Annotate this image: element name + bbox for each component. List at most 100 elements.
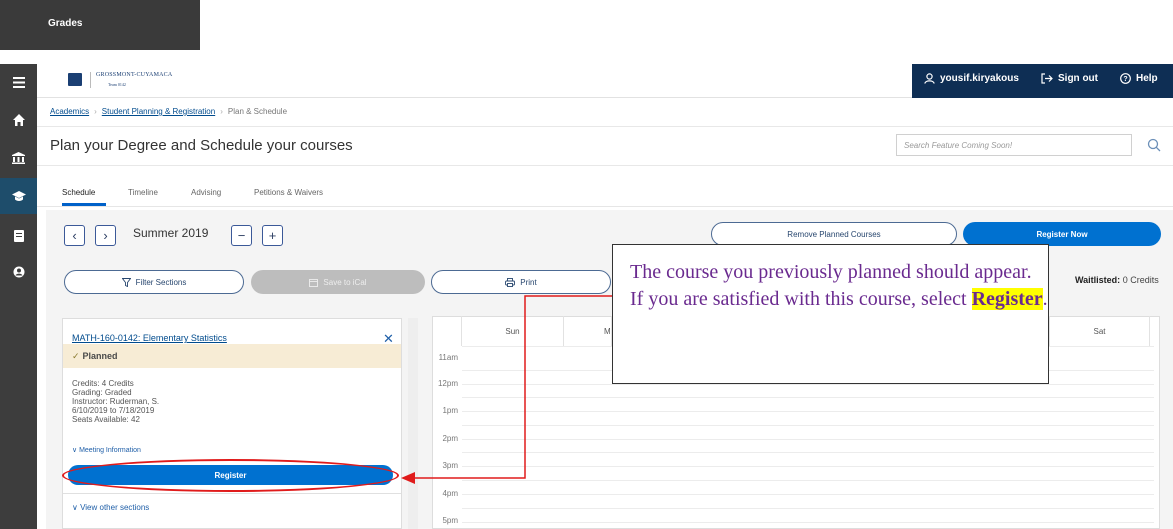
college-logo-subtext: Team 0142 [108, 82, 126, 87]
calendar-hour-line [462, 425, 1154, 426]
save-to-ical-button[interactable]: Save to iCal [251, 270, 425, 294]
user-outline-icon [924, 73, 935, 84]
calendar-icon [309, 278, 319, 287]
user-icon[interactable] [0, 254, 37, 290]
calendar-hour-line [462, 439, 1154, 440]
time-label: 2pm [442, 434, 458, 443]
calendar-corner [433, 316, 462, 346]
graduation-cap-icon[interactable] [0, 178, 37, 214]
previous-term-button[interactable]: ‹ [64, 225, 85, 246]
tab-timeline[interactable]: Timeline [128, 188, 158, 197]
grades-tab-label: Grades [48, 18, 83, 29]
home-icon[interactable] [0, 102, 37, 138]
time-label: 5pm [442, 516, 458, 525]
course-list-scrollbar[interactable] [408, 318, 418, 529]
calendar-hour-line [462, 466, 1154, 467]
waitlisted-credits: Waitlisted: 0 Credits [1075, 275, 1159, 285]
logo-divider [90, 72, 91, 88]
waitlisted-label: Waitlisted: [1075, 275, 1121, 285]
calendar-hour-line [462, 384, 1154, 385]
breadcrumb: Academics › Student Planning & Registratio… [50, 107, 287, 116]
filter-sections-button[interactable]: Filter Sections [64, 270, 244, 294]
view-other-sections-label: View other sections [80, 503, 150, 512]
filter-sections-label: Filter Sections [135, 277, 187, 287]
plus-icon: + [268, 228, 277, 243]
print-button[interactable]: Print [431, 270, 611, 294]
minus-icon: − [237, 228, 246, 243]
remove-term-button[interactable]: − [231, 225, 252, 246]
breadcrumb-student-planning[interactable]: Student Planning & Registration [102, 107, 215, 116]
institution-icon[interactable] [0, 140, 37, 176]
printer-icon [505, 277, 516, 287]
register-highlight-ellipse [62, 459, 399, 492]
planned-status: ✓ Planned [72, 351, 118, 362]
meeting-information-toggle[interactable]: ∨ Meeting Information [72, 446, 141, 454]
breadcrumb-separator: › [220, 107, 223, 116]
register-now-label: Register Now [1036, 229, 1088, 239]
time-label: 11am [438, 353, 458, 362]
register-now-button[interactable]: Register Now [963, 222, 1161, 246]
menu-icon[interactable] [0, 64, 37, 100]
add-term-button[interactable]: + [262, 225, 283, 246]
next-term-button[interactable]: › [95, 225, 116, 246]
waitlisted-value: 0 Credits [1122, 275, 1159, 285]
document-icon[interactable] [0, 218, 37, 254]
chevron-left-icon: ‹ [72, 228, 77, 243]
grades-tab[interactable]: Grades [0, 0, 200, 50]
course-credits: Credits: 4 Credits [72, 379, 134, 388]
calendar-hour-line [462, 452, 1154, 453]
help-icon: ? [1120, 73, 1131, 84]
meeting-information-label: Meeting Information [79, 447, 141, 454]
time-label: 4pm [442, 489, 458, 498]
chevron-down-icon: ∨ [72, 503, 81, 512]
tab-advising[interactable]: Advising [191, 188, 221, 197]
view-other-sections-toggle[interactable]: ∨ View other sections [72, 503, 149, 512]
time-label: 12pm [437, 379, 458, 388]
time-label: 3pm [442, 461, 458, 470]
tab-schedule[interactable]: Schedule [62, 188, 95, 197]
user-menu[interactable]: yousif.kiryakous [924, 73, 1019, 84]
calendar-hour-line [462, 411, 1154, 412]
left-rail [0, 64, 37, 529]
course-title-link[interactable]: MATH-160-0142: Elementary Statistics [72, 333, 227, 343]
callout-highlight: Register [971, 288, 1043, 310]
term-label: Summer 2019 [133, 226, 209, 240]
course-grading: Grading: Graded [72, 388, 132, 397]
print-label: Print [520, 277, 537, 287]
sign-out-link[interactable]: Sign out [1041, 73, 1098, 84]
calendar-hour-line [462, 508, 1154, 509]
calendar-hour-line [462, 522, 1154, 523]
user-nav: yousif.kiryakous Sign out ? Help [912, 64, 1173, 98]
course-instructor: Instructor: Ruderman, S. [72, 397, 160, 406]
help-link[interactable]: ? Help [1120, 73, 1158, 84]
calendar-day-mon: M [564, 316, 612, 346]
username: yousif.kiryakous [940, 73, 1019, 84]
course-seats: Seats Available: 42 [72, 415, 140, 424]
sign-out-label: Sign out [1058, 73, 1098, 84]
calendar-day-sat: Sat [1049, 316, 1150, 346]
calendar-hour-line [462, 494, 1154, 495]
breadcrumb-academics[interactable]: Academics [50, 107, 89, 116]
search-icon[interactable] [1147, 138, 1163, 154]
remove-planned-label: Remove Planned Courses [787, 229, 881, 239]
svg-text:?: ? [1123, 76, 1127, 83]
page-title: Plan your Degree and Schedule your cours… [50, 137, 353, 154]
planned-label: Planned [82, 351, 118, 361]
tab-petitions-waivers[interactable]: Petitions & Waivers [254, 188, 323, 197]
calendar-hour-line [462, 480, 1154, 481]
calendar-day-sun: Sun [462, 316, 564, 346]
college-logo-icon [68, 73, 82, 86]
callout-end: . [1042, 288, 1048, 310]
tabs-divider [37, 206, 1173, 207]
search-input[interactable]: Search Feature Coming Soon! [896, 134, 1132, 156]
breadcrumb-current: Plan & Schedule [227, 107, 288, 116]
filter-icon [121, 277, 131, 287]
sign-out-icon [1041, 73, 1053, 84]
time-label: 1pm [442, 406, 458, 415]
save-to-ical-label: Save to iCal [323, 277, 367, 287]
instruction-callout: The course you previously planned should… [612, 244, 1049, 384]
help-label: Help [1136, 73, 1158, 84]
chevron-right-icon: › [103, 228, 108, 243]
remove-planned-courses-button[interactable]: Remove Planned Courses [711, 222, 957, 246]
checkmark-icon: ✓ [72, 351, 80, 361]
